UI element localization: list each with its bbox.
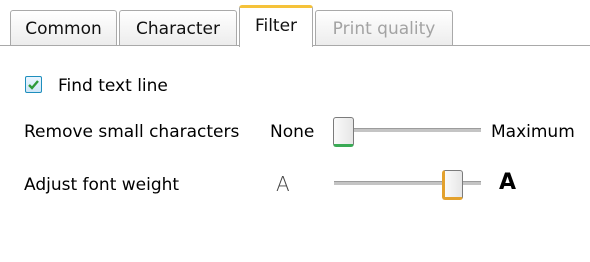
adjust-font-weight-label: Adjust font weight	[24, 175, 180, 195]
remove-small-characters-label: Remove small characters	[24, 122, 240, 142]
tab-print-quality: Print quality	[315, 10, 453, 46]
font-weight-slider-thumb[interactable]	[442, 170, 463, 200]
find-text-line-label: Find text line	[58, 76, 168, 96]
tab-character[interactable]: Character	[119, 10, 237, 46]
find-text-line-checkbox[interactable]	[25, 76, 42, 93]
checkmark-icon	[28, 80, 39, 90]
adjust-font-weight-row: Adjust font weight A A	[0, 167, 590, 203]
remove-small-slider-thumb[interactable]	[333, 117, 354, 147]
tab-common[interactable]: Common	[10, 10, 117, 46]
bold-font-icon: A	[499, 170, 517, 195]
remove-small-slider-track[interactable]	[333, 128, 481, 132]
slider-max-label: Maximum	[491, 122, 575, 142]
tab-bar: Common Character Filter Print quality	[0, 0, 590, 47]
remove-small-characters-row: Remove small characters None Maximum	[0, 114, 590, 150]
tab-filter[interactable]: Filter	[239, 5, 313, 47]
light-font-icon: A	[276, 172, 290, 196]
slider-min-label: None	[270, 122, 315, 142]
find-text-line-row: Find text line	[0, 68, 590, 104]
